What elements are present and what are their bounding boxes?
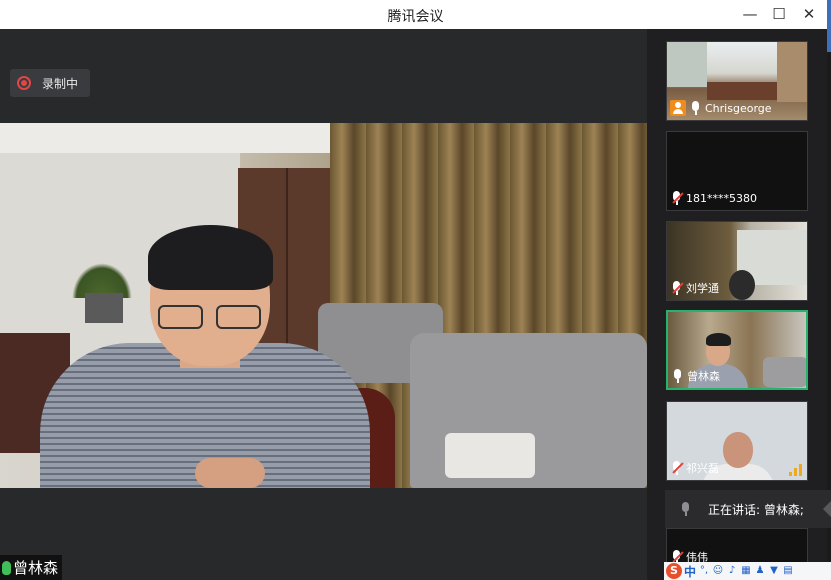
- mic-icon: [671, 369, 684, 383]
- emoji-icon[interactable]: ☺: [712, 565, 724, 577]
- user-icon[interactable]: ♟: [754, 565, 766, 577]
- voice-icon[interactable]: ♪: [726, 565, 738, 577]
- mic-active-icon: [2, 560, 11, 575]
- signal-weak-icon: [789, 464, 803, 476]
- glasses: [158, 305, 264, 329]
- participant-name: 刘学通: [686, 282, 719, 295]
- participant-tile[interactable]: Chrisgeorge: [666, 41, 808, 121]
- grid-icon[interactable]: ▤: [782, 565, 794, 577]
- minimize-button[interactable]: —: [738, 3, 762, 25]
- mic-muted-icon: [670, 461, 684, 475]
- ime-toolbar[interactable]: S 中 °, ☺ ♪ ▦ ♟ ▼ ▤: [664, 562, 831, 580]
- mic-icon: [689, 101, 702, 115]
- maximize-button[interactable]: ☐: [767, 3, 791, 25]
- window-title: 腾讯会议: [387, 9, 444, 25]
- main-speaker-name: 曾林森: [13, 559, 59, 577]
- participant-tile[interactable]: 刘学通: [666, 221, 808, 301]
- recording-label: 录制中: [42, 77, 79, 91]
- ime-mode[interactable]: 中: [684, 563, 696, 580]
- participant-name: Chrisgeorge: [705, 101, 772, 115]
- collapse-arrow-icon[interactable]: [823, 501, 831, 517]
- shirt-icon[interactable]: ▼: [768, 565, 780, 577]
- main-video: [0, 123, 647, 488]
- mic-muted-icon: [670, 281, 684, 295]
- participant-name: 曾林森: [687, 370, 720, 383]
- participant-name: 181****5380: [686, 191, 757, 205]
- record-icon: [17, 76, 31, 90]
- sogou-logo-icon[interactable]: S: [666, 563, 682, 579]
- main-speaker-tag: 曾林森: [0, 555, 63, 580]
- main-stage[interactable]: 录制中 曾林森: [0, 29, 647, 580]
- desktop-edge: [827, 0, 831, 52]
- participant-name: 祁兴磊: [686, 462, 719, 475]
- speaking-text: 正在讲话: 曾林森;: [708, 502, 804, 517]
- mic-muted-icon: [670, 191, 684, 205]
- participant-tile[interactable]: 祁兴磊: [666, 401, 808, 481]
- title-bar: 腾讯会议 — ☐ ✕: [0, 0, 831, 29]
- host-icon: [670, 100, 686, 116]
- punctuation-icon[interactable]: °,: [698, 565, 710, 577]
- close-button[interactable]: ✕: [797, 3, 821, 25]
- keyboard-icon[interactable]: ▦: [740, 565, 752, 577]
- mic-icon: [679, 501, 692, 517]
- speaking-indicator: 正在讲话: 曾林森;: [665, 490, 831, 528]
- recording-indicator[interactable]: 录制中: [10, 69, 90, 97]
- participant-tile-active[interactable]: 曾林森: [666, 310, 808, 390]
- participant-tile[interactable]: 181****5380: [666, 131, 808, 211]
